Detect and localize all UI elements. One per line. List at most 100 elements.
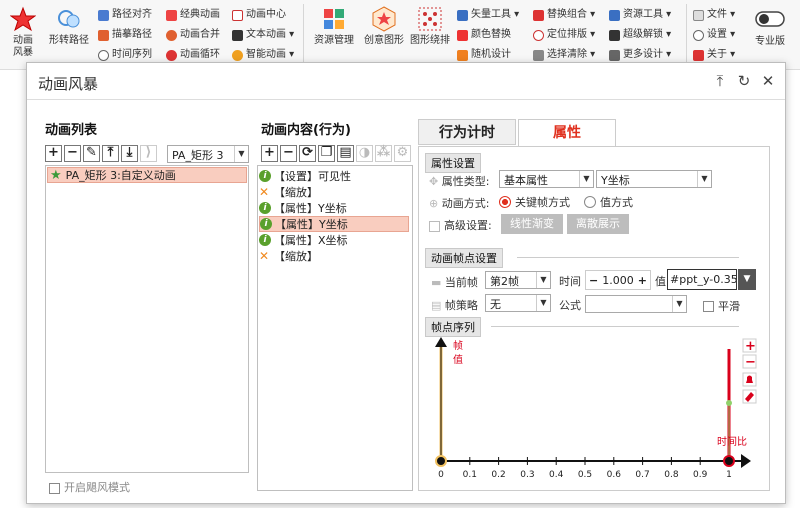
move-top-button[interactable]: ⤒ bbox=[102, 145, 119, 162]
resource-manager-button[interactable]: 资源管理 bbox=[310, 6, 358, 47]
behavior-label: 【属性】X坐标 bbox=[274, 234, 348, 247]
x-tick-label: 0.4 bbox=[549, 470, 564, 480]
frame-sequence-graph[interactable]: 0 0.1 0.2 0.3 0.4 0.5 0.6 0.7 0.8 0.9 1 帧 值 时间比 + … bbox=[425, 333, 765, 481]
ribbon-item[interactable]: 定位排版 ▾ bbox=[533, 28, 595, 42]
strategy-icon: ▤ bbox=[431, 299, 445, 312]
ribbon-item[interactable]: 更多设计 ▾ bbox=[609, 48, 671, 62]
behavior-item[interactable]: i 【设置】可见性 bbox=[259, 168, 409, 184]
ribbon-item[interactable]: 时间序列 bbox=[98, 48, 152, 62]
linear-gradient-button[interactable]: 线性渐变 bbox=[501, 214, 563, 234]
ribbon-item[interactable]: 文本动画 ▾ bbox=[232, 28, 294, 42]
text-anim-icon bbox=[232, 29, 243, 41]
copy-button[interactable]: ❐ bbox=[318, 145, 335, 162]
pin-button[interactable]: ⤒ bbox=[711, 72, 729, 90]
tab-properties[interactable]: 属性 bbox=[518, 119, 616, 147]
prop-type-select[interactable]: 基本属性 ▼ bbox=[499, 170, 594, 188]
ribbon-label: 专业版 bbox=[755, 36, 785, 47]
keyframe-radio[interactable]: 关键帧方式 bbox=[499, 194, 570, 210]
ribbon-item[interactable]: 动画循环 bbox=[166, 48, 220, 62]
value-input[interactable]: #ppt_y-0.35 bbox=[667, 269, 737, 290]
list-item[interactable]: ★ PA_矩形 3:自定义动画 bbox=[47, 167, 247, 183]
move-bottom-button[interactable]: ⤓ bbox=[121, 145, 138, 162]
vector-icon bbox=[457, 9, 468, 21]
about-icon bbox=[693, 49, 704, 61]
x-tick-label: 0.6 bbox=[607, 470, 622, 480]
ribbon-item-label: 替换组合 ▾ bbox=[547, 9, 596, 20]
discrete-display-button[interactable]: 离散展示 bbox=[567, 214, 629, 234]
remove-button[interactable]: − bbox=[64, 145, 81, 162]
remove-behavior-button[interactable]: − bbox=[280, 145, 297, 162]
smooth-label: 平滑 bbox=[718, 300, 740, 313]
frame-strategy-select[interactable]: 无 ▼ bbox=[485, 294, 551, 312]
ribbon-item[interactable]: 矢量工具 ▾ bbox=[457, 8, 519, 22]
select-clear-icon bbox=[533, 49, 544, 61]
ribbon-item[interactable]: 文件 ▾ bbox=[693, 8, 735, 22]
chevron-down-icon: ▼ bbox=[536, 272, 550, 288]
prop-sub-value: Y坐标 bbox=[601, 174, 630, 187]
ribbon-item[interactable]: 随机设计 bbox=[457, 48, 511, 62]
half-circle-button[interactable]: ◑ bbox=[356, 145, 373, 162]
current-frame-label: ▬ 当前帧 bbox=[431, 274, 478, 290]
behavior-item[interactable]: i 【属性】Y坐标 bbox=[259, 200, 409, 216]
refresh-button[interactable]: ↻ bbox=[735, 72, 753, 90]
ribbon-item[interactable]: 超级解锁 ▾ bbox=[609, 28, 671, 42]
x-tick-label: 0.1 bbox=[463, 470, 477, 480]
add-button[interactable]: + bbox=[45, 145, 62, 162]
shape-layout-button[interactable]: 图形绕排 bbox=[406, 6, 454, 47]
behavior-label: 【设置】可见性 bbox=[274, 170, 351, 183]
creative-shape-button[interactable]: 创意图形 bbox=[360, 6, 408, 47]
value-mode-radio[interactable]: 值方式 bbox=[584, 194, 633, 210]
chevron-down-icon: ▼ bbox=[672, 296, 686, 312]
ribbon-label: 资源管理 bbox=[314, 35, 354, 46]
behavior-item[interactable]: ✕ 【缩放】 bbox=[259, 248, 409, 264]
gear-icon bbox=[693, 29, 704, 41]
value-dropdown-button[interactable]: ▼ bbox=[738, 269, 756, 290]
radio-selected-icon bbox=[499, 196, 511, 208]
ribbon-item[interactable]: 资源工具 ▾ bbox=[609, 8, 671, 22]
ribbon-item[interactable]: 路径对齐 bbox=[98, 8, 152, 22]
smooth-checkbox[interactable]: 平滑 bbox=[703, 298, 740, 314]
increment-button[interactable]: + bbox=[635, 274, 650, 287]
ribbon-item-label: 文本动画 ▾ bbox=[246, 29, 295, 40]
file-icon bbox=[693, 9, 704, 21]
unlock-icon bbox=[609, 29, 620, 41]
ribbon-item[interactable]: 设置 ▾ bbox=[693, 28, 735, 42]
loop-tool-button[interactable]: ⟳ bbox=[299, 145, 316, 162]
ribbon-item[interactable]: 选择清除 ▾ bbox=[533, 48, 595, 62]
nodes-button[interactable]: ⁂ bbox=[375, 145, 392, 162]
gear-tool-button[interactable]: ⚙ bbox=[394, 145, 411, 162]
prop-sub-select[interactable]: Y坐标 ▼ bbox=[596, 170, 712, 188]
ribbon-item[interactable]: 描摹路径 bbox=[98, 28, 152, 42]
pro-version-toggle[interactable]: 专业版 bbox=[748, 10, 792, 48]
close-button[interactable]: ✕ bbox=[759, 72, 777, 90]
storm-mode-checkbox[interactable]: 开启飓风模式 bbox=[49, 479, 130, 495]
paste-button[interactable]: ▤ bbox=[337, 145, 354, 162]
tab-timing[interactable]: 行为计时 bbox=[418, 119, 516, 145]
ribbon-item[interactable]: 替换组合 ▾ bbox=[533, 8, 595, 22]
time-stepper[interactable]: − 1.000 + bbox=[585, 270, 651, 290]
ribbon-item[interactable]: 颜色替换 bbox=[457, 28, 511, 42]
group-divider bbox=[491, 326, 739, 327]
keyframe-point[interactable] bbox=[726, 400, 732, 406]
edit-button[interactable]: ✎ bbox=[83, 145, 100, 162]
shape-to-path-button[interactable]: 形转路径 bbox=[44, 6, 94, 47]
current-frame-select[interactable]: 第2帧 ▼ bbox=[485, 271, 551, 289]
decrement-button[interactable]: − bbox=[586, 274, 601, 287]
disabled-tool-button[interactable]: ⟩ bbox=[140, 145, 157, 162]
behavior-item[interactable]: ✕ 【缩放】 bbox=[259, 184, 409, 200]
ribbon-item[interactable]: 经典动画 bbox=[166, 8, 220, 22]
anim-storm-button[interactable]: 动画 风暴 bbox=[8, 6, 38, 59]
add-behavior-button[interactable]: + bbox=[261, 145, 278, 162]
ribbon-item[interactable]: 智能动画 ▾ bbox=[232, 48, 294, 62]
behavior-item[interactable]: i 【属性】Y坐标 bbox=[259, 216, 409, 232]
shape-combo[interactable]: PA_矩形 3 ▼ bbox=[167, 145, 249, 163]
formula-select[interactable]: ▼ bbox=[585, 295, 687, 313]
plus-icon: + bbox=[745, 339, 756, 354]
ribbon-item[interactable]: 动画中心 bbox=[232, 8, 286, 22]
advanced-checkbox[interactable] bbox=[429, 220, 440, 232]
ribbon-item[interactable]: 动画合并 bbox=[166, 28, 220, 42]
value-label: 值 bbox=[655, 275, 666, 288]
behavior-item[interactable]: i 【属性】X坐标 bbox=[259, 232, 409, 248]
ribbon-item[interactable]: 关于 ▾ bbox=[693, 48, 735, 62]
anim-list-header: 动画列表 bbox=[45, 123, 98, 138]
